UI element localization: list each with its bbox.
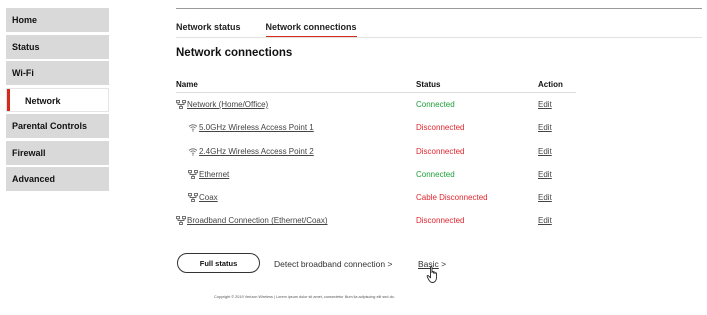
connection-link-broadband[interactable]: Broadband Connection (Ethernet/Coax): [187, 216, 328, 225]
page-title: Network connections: [176, 47, 293, 59]
connection-status: Disconnected: [416, 216, 465, 226]
connection-link-coax[interactable]: Coax: [199, 193, 218, 202]
sidebar-item-parental-controls[interactable]: Parental Controls: [6, 114, 109, 138]
table-row: Broadband Connection (Ethernet/Coax) Dis…: [176, 209, 576, 232]
connection-status: Disconnected: [416, 146, 465, 156]
edit-link[interactable]: Edit: [538, 123, 552, 132]
table-row: 2.4GHz Wireless Access Point 2 Disconnec…: [176, 140, 576, 163]
sidebar-item-network[interactable]: Network: [6, 87, 109, 112]
network-icon: [176, 100, 186, 109]
connection-name-cell: 5.0GHz Wireless Access Point 1: [188, 123, 314, 132]
table-row: Ethernet Connected Edit: [176, 163, 576, 186]
connection-status: Cable Disconnected: [416, 193, 488, 203]
network-icon: [188, 193, 198, 203]
network-icon: [188, 169, 198, 179]
sidebar-item-status[interactable]: Status: [6, 34, 109, 59]
copyright-text: Copyright © 2019 Verizon Wireless | Lore…: [214, 295, 395, 299]
chevron-right-icon: >: [387, 259, 393, 269]
connection-link-network[interactable]: Network (Home/Office): [187, 100, 268, 109]
tab-network-connections[interactable]: Network connections: [265, 22, 357, 38]
edit-link[interactable]: Edit: [538, 147, 552, 156]
connections-table: Name Status Action Network (Home/Office)…: [176, 78, 576, 233]
tab-network-status[interactable]: Network status: [176, 22, 241, 38]
edit-link[interactable]: Edit: [538, 216, 552, 225]
sidebar-item-home[interactable]: Home: [6, 8, 109, 32]
column-header-status: Status: [416, 80, 441, 89]
table-row: Network (Home/Office) Connected Edit: [176, 93, 576, 116]
sidebar-item-wifi[interactable]: Wi-Fi: [6, 61, 109, 85]
chevron-right-icon: >: [441, 259, 447, 269]
hand-cursor-icon: [426, 266, 437, 283]
edit-link[interactable]: Edit: [538, 193, 552, 202]
network-icon: [176, 216, 186, 226]
connection-name-cell: Coax: [188, 193, 218, 202]
connection-name-cell: Network (Home/Office): [176, 100, 268, 109]
table-row: Coax Cable Disconnected Edit: [176, 186, 576, 209]
detect-broadband-link[interactable]: Detect broadband connection >: [274, 259, 392, 269]
wifi-icon: [188, 124, 198, 132]
connection-link-24ghz[interactable]: 2.4GHz Wireless Access Point 2: [199, 147, 314, 156]
connection-link-ethernet[interactable]: Ethernet: [199, 170, 229, 179]
top-divider: [176, 8, 702, 9]
detect-broadband-label: Detect broadband connection: [274, 259, 386, 269]
edit-link[interactable]: Edit: [538, 170, 552, 179]
column-header-name: Name: [176, 80, 198, 89]
connection-status: Connected: [416, 169, 455, 179]
full-status-button[interactable]: Full status: [177, 253, 260, 273]
sidebar-item-advanced[interactable]: Advanced: [6, 167, 109, 191]
sidebar-item-firewall[interactable]: Firewall: [6, 140, 109, 165]
sidebar-nav: Home Status Wi-Fi Network Parental Contr…: [6, 8, 109, 194]
connection-name-cell: Ethernet: [188, 170, 229, 179]
table-row: 5.0GHz Wireless Access Point 1 Disconnec…: [176, 116, 576, 139]
table-header: Name Status Action: [176, 78, 576, 92]
connection-link-5ghz[interactable]: 5.0GHz Wireless Access Point 1: [199, 123, 314, 132]
connection-status: Connected: [416, 100, 455, 109]
connection-status: Disconnected: [416, 123, 465, 133]
column-header-action: Action: [538, 80, 563, 89]
edit-link[interactable]: Edit: [538, 100, 552, 109]
tab-bar: Network status Network connections: [176, 22, 357, 38]
tab-divider: [176, 37, 702, 38]
connection-name-cell: 2.4GHz Wireless Access Point 2: [188, 147, 314, 156]
wifi-icon: [188, 147, 198, 156]
connection-name-cell: Broadband Connection (Ethernet/Coax): [176, 216, 328, 225]
